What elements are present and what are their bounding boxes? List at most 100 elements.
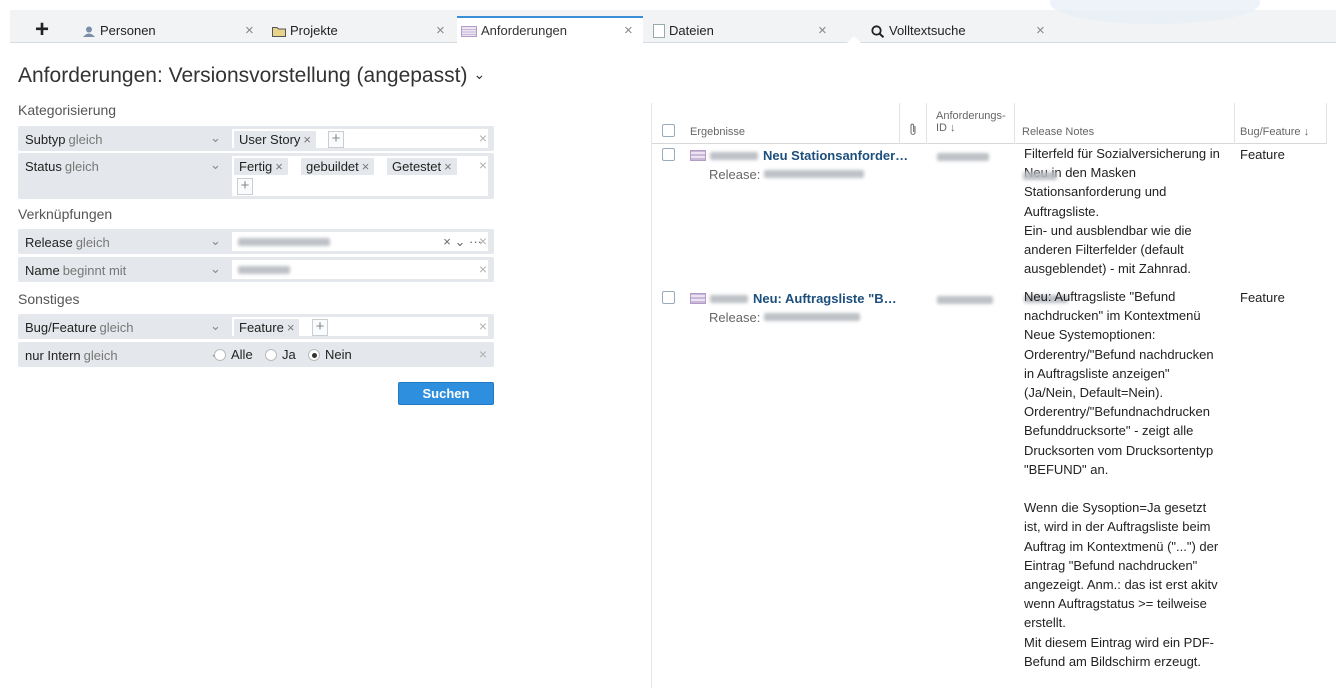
- section-verknuepfungen: Verknüpfungen: [18, 206, 113, 222]
- clear-filter-icon[interactable]: ×: [479, 261, 487, 277]
- clear-filter-icon[interactable]: ×: [479, 318, 487, 334]
- release-controls[interactable]: × ⌄ ···: [443, 234, 482, 250]
- tab-anforderungen[interactable]: Anforderungen ×: [457, 16, 643, 43]
- chip-remove-icon[interactable]: ×: [287, 320, 295, 335]
- filter-subtyp: Subtyp gleich ⌄ User Story × + ×: [18, 126, 494, 151]
- chevron-down-icon[interactable]: ⌄: [210, 130, 221, 146]
- column-divider: [926, 103, 927, 144]
- chevron-down-icon[interactable]: ⌄: [210, 157, 221, 173]
- tab-label: Personen: [100, 23, 156, 38]
- radio-circle: [265, 348, 277, 361]
- new-tab-button[interactable]: +: [22, 18, 62, 42]
- chip-remove-icon[interactable]: ×: [275, 159, 283, 174]
- column-divider: [1326, 103, 1327, 144]
- filter-label: Subtyp gleich: [25, 132, 103, 147]
- requirements-icon: [690, 293, 706, 304]
- table-header: Ergebnisse Anforderungs- ID ↓ Release Not…: [652, 103, 1327, 144]
- column-divider: [1014, 103, 1015, 144]
- chip-remove-icon[interactable]: ×: [303, 132, 311, 147]
- chevron-down-icon[interactable]: ⌄: [473, 66, 485, 82]
- filter-name: Name beginnt mit ⌄ ×: [18, 257, 494, 282]
- column-release-notes[interactable]: Release Notes: [1022, 126, 1094, 138]
- chevron-down-icon[interactable]: ⌄: [210, 233, 221, 249]
- attachment-icon[interactable]: [909, 123, 917, 139]
- row-title-link[interactable]: Neu Stationsanforder…: [690, 148, 908, 163]
- chip-remove-icon[interactable]: ×: [444, 159, 452, 174]
- clear-filter-icon[interactable]: ×: [479, 130, 487, 146]
- tab-label: Volltextsuche: [889, 23, 966, 38]
- redacted-value: [1023, 172, 1057, 180]
- chip-remove-icon[interactable]: ×: [362, 159, 370, 174]
- add-icon[interactable]: +: [237, 178, 253, 195]
- chevron-down-icon[interactable]: ⌄: [210, 261, 221, 277]
- subtyp-input[interactable]: User Story × +: [231, 128, 489, 149]
- filter-bug-feature: Bug/Feature gleich ⌄ Feature × + ×: [18, 314, 494, 339]
- chip-getestet: Getestet ×: [387, 158, 457, 175]
- radio-circle-selected: [308, 348, 320, 361]
- filter-label: Status gleich: [25, 159, 99, 174]
- row-title-link[interactable]: Neu: Auftragsliste "B…: [690, 291, 897, 306]
- column-bug-feature[interactable]: Bug/Feature ↓: [1240, 126, 1309, 138]
- search-button[interactable]: Suchen: [398, 382, 494, 405]
- status-input[interactable]: Fertig × gebuildet × Getestet × +: [231, 155, 489, 197]
- chevron-down-icon[interactable]: ⌄: [210, 318, 221, 334]
- add-icon[interactable]: +: [312, 319, 328, 336]
- close-icon[interactable]: ×: [436, 22, 445, 39]
- row-release: Release:: [709, 310, 860, 325]
- search-icon: [871, 25, 885, 39]
- chip-fertig: Fertig ×: [234, 158, 288, 175]
- tab-label: Dateien: [669, 23, 714, 38]
- row-release: Release:: [709, 167, 864, 182]
- results-table: Ergebnisse Anforderungs- ID ↓ Release Not…: [651, 103, 1327, 688]
- release-input[interactable]: × ⌄ ···: [231, 231, 489, 252]
- section-sonstiges: Sonstiges: [18, 291, 80, 307]
- tab-personen[interactable]: Personen ×: [82, 17, 262, 44]
- chip-feature: Feature ×: [234, 319, 300, 336]
- tab-projekte[interactable]: Projekte ×: [272, 17, 452, 44]
- column-anforderungs-id[interactable]: Anforderungs- ID ↓: [936, 110, 1006, 134]
- redacted-value: [710, 151, 758, 160]
- close-icon[interactable]: ×: [245, 22, 254, 39]
- file-icon: [653, 23, 665, 38]
- filter-nur-intern: nur Interngleich ⌄ Alle Ja Nein ×: [18, 342, 494, 367]
- tab-bar: + Personen × Projekte × Anforderungen × …: [0, 0, 1336, 44]
- chip-user-story: User Story ×: [234, 131, 316, 148]
- redacted-value: [763, 313, 860, 321]
- redacted-value: [710, 294, 748, 303]
- radio-circle: [214, 348, 226, 361]
- tab-volltextsuche[interactable]: Volltextsuche ×: [871, 17, 1051, 44]
- column-ergebnisse[interactable]: Ergebnisse: [690, 126, 745, 138]
- redacted-value: [238, 238, 330, 246]
- select-all-checkbox[interactable]: [662, 124, 675, 137]
- row-checkbox[interactable]: [662, 291, 675, 304]
- filter-status: Status gleich ⌄ Fertig × gebuildet × Getest…: [18, 153, 494, 199]
- page-title[interactable]: Anforderungen: Versionsvorstellung (ange…: [18, 64, 485, 88]
- radio-ja[interactable]: Ja: [265, 347, 296, 362]
- row-release-notes: Neu: Auftragsliste "Befund nachdrucken" …: [1024, 289, 1219, 669]
- close-icon[interactable]: ×: [1036, 22, 1045, 39]
- tab-label: Anforderungen: [481, 23, 568, 38]
- filter-release: Release gleich ⌄ × ⌄ ··· ×: [18, 229, 494, 254]
- add-icon[interactable]: +: [328, 131, 344, 148]
- row-checkbox[interactable]: [662, 148, 675, 161]
- radio-nein[interactable]: Nein: [308, 347, 352, 362]
- chip-gebuildet: gebuildet ×: [301, 158, 375, 175]
- filter-label: nur Intern gleich: [25, 348, 118, 363]
- tab-dateien[interactable]: Dateien ×: [653, 17, 833, 44]
- row-bug-feature: Feature: [1240, 147, 1285, 162]
- clear-filter-icon[interactable]: ×: [479, 233, 487, 249]
- name-input[interactable]: [231, 259, 489, 280]
- bug-feature-input[interactable]: Feature × +: [231, 316, 489, 337]
- redacted-value: [238, 266, 290, 274]
- tab-notch: [847, 36, 861, 43]
- redacted-id: [937, 153, 989, 161]
- row-release-notes: Filterfeld für Sozialversicherung in Neu…: [1024, 146, 1220, 277]
- clear-filter-icon[interactable]: ×: [479, 157, 487, 173]
- close-icon[interactable]: ×: [624, 22, 633, 39]
- clear-filter-icon[interactable]: ×: [479, 346, 487, 362]
- requirements-icon: [690, 150, 706, 161]
- radio-alle[interactable]: Alle: [214, 347, 253, 362]
- filter-label: Name beginnt mit: [25, 263, 127, 278]
- close-icon[interactable]: ×: [818, 22, 827, 39]
- column-divider: [899, 103, 900, 144]
